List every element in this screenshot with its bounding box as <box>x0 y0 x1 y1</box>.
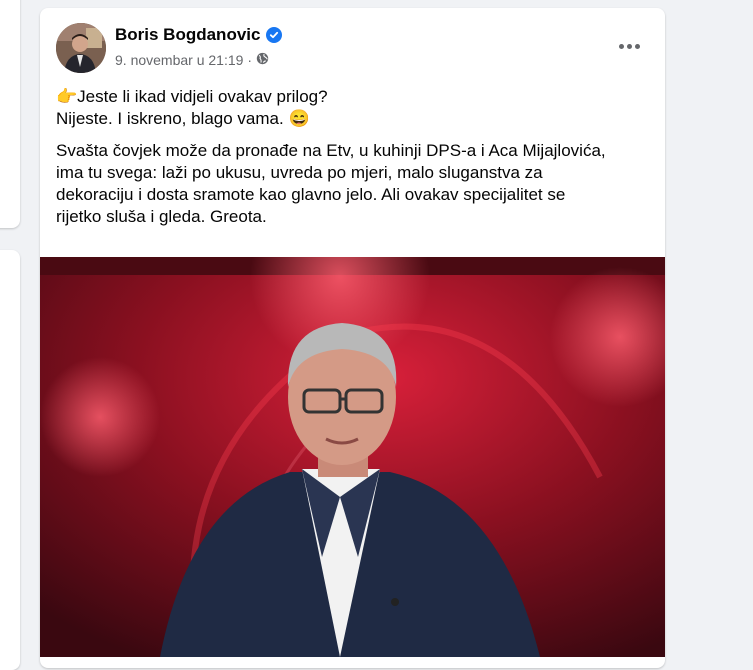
post-paragraph: Svašta čovjek može da pronađe na Etv, u … <box>56 140 656 228</box>
meta-separator: · <box>247 52 253 68</box>
video-player[interactable] <box>40 257 665 657</box>
post-author[interactable]: Boris Bogdanovic <box>115 25 283 45</box>
post-meta: 9. novembar u 21:19 · <box>115 52 269 68</box>
post-body-line: rijetko sluša i gleda. Greota. <box>56 207 267 226</box>
verified-badge-icon <box>266 27 283 43</box>
author-name[interactable]: Boris Bogdanovic <box>115 25 260 45</box>
post-line-2: Nijeste. I iskreno, blago vama. 😄 <box>56 109 310 128</box>
avatar[interactable] <box>56 23 106 73</box>
post-timestamp[interactable]: 9. novembar u 21:19 <box>115 52 243 68</box>
post-body-line: Svašta čovjek može da pronađe na Etv, u … <box>56 141 606 160</box>
globe-icon <box>256 52 269 68</box>
post-body-line: dekoraciju i dosta sramote kao glavno je… <box>56 185 566 204</box>
post-line-1: 👉Jeste li ikad vidjeli ovakav prilog? <box>56 87 328 106</box>
more-options-icon[interactable] <box>611 36 647 56</box>
left-column-card-top <box>0 0 20 228</box>
left-column-card-bottom <box>0 250 20 670</box>
post-text: 👉Jeste li ikad vidjeli ovakav prilog? Ni… <box>56 86 656 228</box>
post-card: Boris Bogdanovic 9. novembar u 21:19 · 👉… <box>40 8 665 668</box>
video-frame <box>40 257 665 657</box>
post-body-line: ima tu svega: laži po ukusu, uvreda po m… <box>56 163 543 182</box>
